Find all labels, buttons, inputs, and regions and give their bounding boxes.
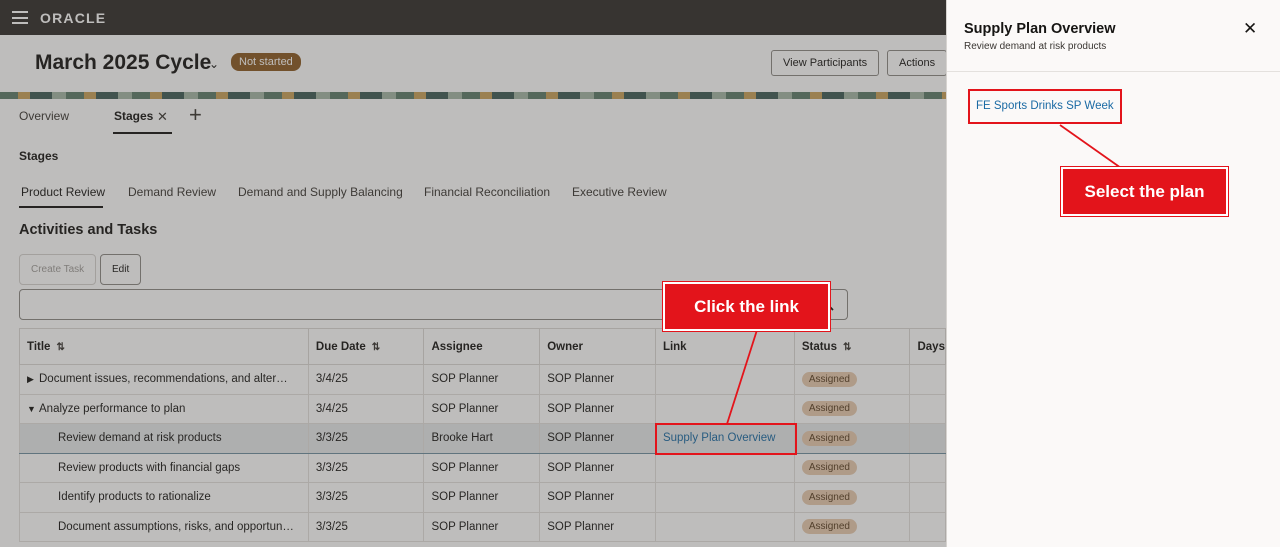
drawer-divider [947,71,1280,72]
drawer-subtitle: Review demand at risk products [964,41,1107,52]
close-icon[interactable]: ✕ [1243,19,1257,39]
supply-plan-drawer: Supply Plan Overview Review demand at ri… [946,0,1280,547]
drawer-title: Supply Plan Overview [964,21,1116,37]
highlight-plan-link [968,89,1122,124]
highlight-supply-plan-link [655,423,797,455]
callout-click-link: Click the link [662,281,831,332]
callout-select-plan: Select the plan [1060,166,1229,217]
modal-overlay[interactable] [0,0,946,547]
